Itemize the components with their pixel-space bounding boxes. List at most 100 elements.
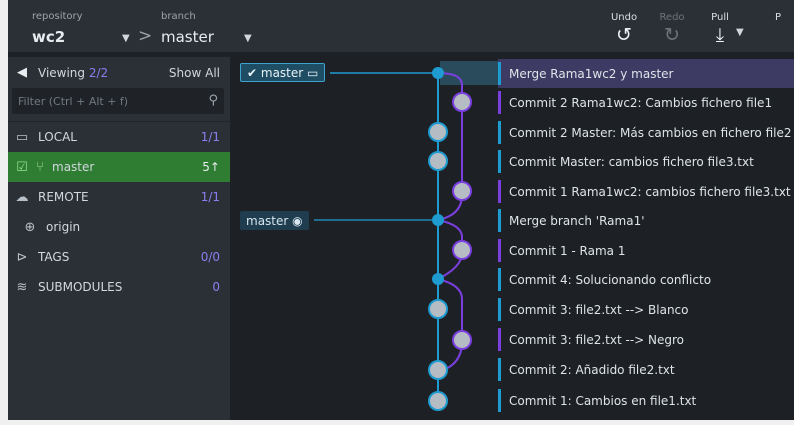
- commit-message: Commit 4: Solucionando conflicto: [509, 272, 712, 287]
- commit-avatar[interactable]: [452, 92, 472, 112]
- commit-message: Commit Master: cambios fichero file3.txt: [509, 154, 754, 169]
- commit-message: Commit 1: Cambios en file1.txt: [509, 393, 697, 408]
- undo-icon[interactable]: ↺: [604, 24, 644, 46]
- undo-label: Undo: [610, 12, 638, 23]
- filter-input[interactable]: Filter (Ctrl + Alt + f) ⚲: [12, 88, 224, 114]
- lane-bar: [498, 180, 501, 203]
- tag-icon: ⊳: [16, 249, 28, 265]
- branch-name[interactable]: master: [161, 28, 214, 46]
- branch-status: 5↑: [202, 160, 220, 174]
- app-window: repository wc2 ▼ > branch master ▼ Undo …: [8, 0, 794, 420]
- commit-row[interactable]: Commit 2: Añadido file2.txt: [498, 355, 794, 384]
- repository-label: repository: [32, 11, 83, 22]
- cloud-icon: ☁: [15, 189, 29, 205]
- local-count: 1/1: [200, 130, 220, 144]
- branch-chevron-down-icon[interactable]: ▼: [244, 33, 252, 44]
- commit-row[interactable]: Commit 2 Master: Más cambios en fichero …: [498, 118, 794, 147]
- sidebar: ◀ Viewing 2/2 Show All Filter (Ctrl + Al…: [8, 57, 230, 420]
- tags-label: TAGS: [38, 250, 70, 264]
- pull-label: Pull: [711, 12, 729, 23]
- lane-bar: [498, 209, 501, 232]
- toolbar: repository wc2 ▼ > branch master ▼ Undo …: [8, 0, 794, 52]
- commit-message: Commit 3: file2.txt --> Negro: [509, 332, 685, 347]
- section-remote[interactable]: ☁ REMOTE 1/1: [8, 182, 230, 212]
- show-all-button[interactable]: Show All: [169, 66, 220, 80]
- repository-name[interactable]: wc2: [32, 28, 65, 46]
- pull-icon[interactable]: ⤓: [700, 24, 740, 46]
- section-submodules[interactable]: ≋ SUBMODULES 0: [8, 272, 230, 302]
- commit-message: Commit 2: Añadido file2.txt: [509, 362, 675, 377]
- check-icon[interactable]: ☑: [14, 160, 30, 175]
- commit-list: Merge Rama1wc2 y master Commit 2 Rama1wc…: [498, 57, 794, 420]
- commit-message: Commit 3: file2.txt --> Blanco: [509, 302, 689, 317]
- commit-row[interactable]: Commit 4: Solucionando conflicto: [498, 265, 794, 294]
- viewing-label: Viewing: [38, 65, 86, 80]
- commit-row[interactable]: Commit 1 Rama1wc2: cambios fichero file3…: [498, 177, 794, 206]
- section-tags[interactable]: ⊳ TAGS 0/0: [8, 242, 230, 272]
- globe-icon: ⊕: [24, 219, 36, 235]
- commit-row[interactable]: Commit Master: cambios fichero file3.txt: [498, 147, 794, 176]
- lane-bar: [498, 358, 501, 381]
- pull-chevron-down-icon[interactable]: ▼: [736, 27, 744, 38]
- commit-message: Commit 1 Rama1wc2: cambios fichero file3…: [509, 184, 791, 199]
- remote-item-origin[interactable]: ⊕ origin: [8, 212, 230, 242]
- commit-message: Merge branch 'Rama1': [509, 213, 645, 228]
- lane-bar: [498, 239, 501, 262]
- commit-avatar[interactable]: [428, 151, 448, 171]
- lane-bar: [498, 298, 501, 321]
- commit-row[interactable]: Commit 2 Rama1wc2: Cambios fichero file1: [498, 88, 794, 117]
- commit-avatar[interactable]: [428, 122, 448, 142]
- lane-bar: [498, 389, 501, 412]
- submodules-label: SUBMODULES: [38, 280, 123, 294]
- side-lane-3: [437, 278, 463, 373]
- lane-bar: [498, 328, 501, 351]
- commit-message: Commit 1 - Rama 1: [509, 243, 626, 258]
- commit-avatar[interactable]: [428, 360, 448, 380]
- search-icon[interactable]: ⚲: [208, 93, 218, 108]
- lane-bar: [498, 62, 501, 85]
- branch-label: branch: [161, 11, 196, 22]
- commit-row[interactable]: Merge Rama1wc2 y master: [498, 59, 794, 88]
- lane-bar: [498, 268, 501, 291]
- viewing-row: ◀ Viewing 2/2 Show All: [8, 59, 230, 86]
- commit-avatar[interactable]: [428, 299, 448, 319]
- commit-row[interactable]: Commit 3: file2.txt --> Negro: [498, 325, 794, 354]
- repository-chevron-down-icon[interactable]: ▼: [122, 33, 130, 44]
- chevron-right-icon: >: [138, 26, 153, 46]
- commit-row[interactable]: Merge branch 'Rama1': [498, 206, 794, 235]
- lane-bar: [498, 121, 501, 144]
- branch-item-master[interactable]: ☑ ⑂ master 5↑: [8, 152, 230, 182]
- tags-count: 0/0: [200, 250, 220, 264]
- lane-bar: [498, 150, 501, 173]
- commit-node[interactable]: [432, 273, 444, 285]
- commit-node[interactable]: [432, 67, 444, 79]
- section-local[interactable]: ▭ LOCAL 1/1: [8, 122, 230, 152]
- commit-avatar[interactable]: [452, 330, 472, 350]
- remote-label: REMOTE: [38, 190, 89, 204]
- commit-avatar[interactable]: [452, 240, 472, 260]
- redo-label: Redo: [659, 12, 685, 23]
- commit-row[interactable]: Commit 1: Cambios en file1.txt: [498, 386, 794, 415]
- redo-icon[interactable]: ↻: [652, 24, 692, 46]
- branch-icon: ⑂: [36, 159, 44, 175]
- remote-item-label: origin: [46, 220, 81, 234]
- commit-avatar[interactable]: [428, 391, 448, 411]
- stack-icon: ≋: [16, 279, 28, 295]
- commit-avatar[interactable]: [452, 181, 472, 201]
- commit-message: Commit 2 Master: Más cambios en fichero …: [509, 125, 792, 140]
- commit-row[interactable]: Commit 3: file2.txt --> Blanco: [498, 295, 794, 324]
- branch-item-label: master: [52, 160, 95, 174]
- local-label: LOCAL: [38, 130, 77, 144]
- push-label: P: [774, 12, 782, 23]
- submodules-count: 0: [212, 280, 220, 294]
- commit-row[interactable]: Commit 1 - Rama 1: [498, 236, 794, 265]
- laptop-icon: ▭: [15, 129, 29, 145]
- commit-graph-lines: [314, 61, 498, 411]
- remote-count: 1/1: [200, 190, 220, 204]
- viewing-eye-icon[interactable]: ◀: [14, 65, 30, 80]
- commit-message: Merge Rama1wc2 y master: [509, 66, 674, 81]
- viewing-count: 2/2: [88, 65, 109, 80]
- commit-message: Commit 2 Rama1wc2: Cambios fichero file1: [509, 95, 773, 110]
- commit-node[interactable]: [432, 214, 444, 226]
- lane-bar: [498, 91, 501, 114]
